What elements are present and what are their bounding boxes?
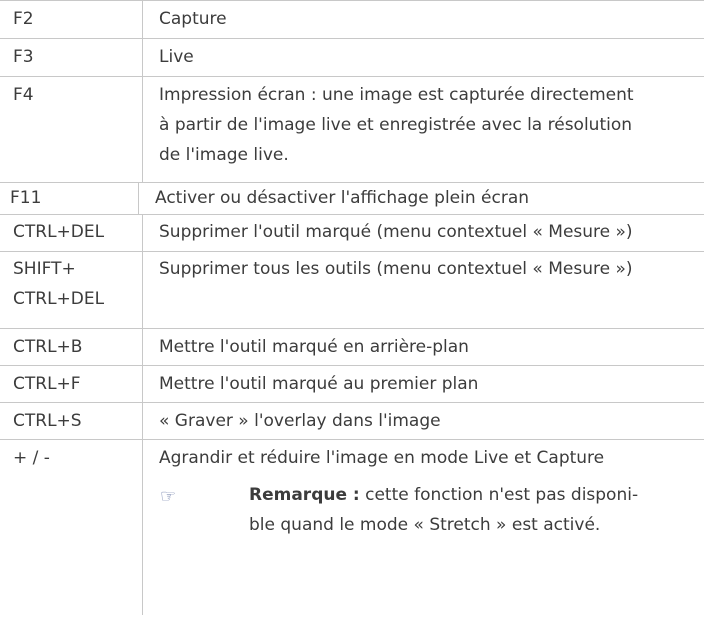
key-cell: CTRL+DEL bbox=[13, 222, 105, 242]
shortcut-table: F2 Capture F3 Live F4 Impression écran :… bbox=[0, 0, 704, 615]
description-cell: Impression écran : une image est capturé… bbox=[159, 80, 699, 170]
note-line: ble quand le mode « Stretch » est activé… bbox=[249, 515, 601, 535]
key-cell: F3 bbox=[13, 47, 34, 67]
description-line: à partir de l'image live et enregistrée … bbox=[159, 115, 633, 135]
key-cell: CTRL+B bbox=[13, 337, 83, 357]
description-cell: Supprimer tous les outils (menu contextu… bbox=[159, 259, 633, 279]
key-cell: F4 bbox=[13, 85, 34, 105]
key-cell: F2 bbox=[13, 9, 34, 29]
key-cell: + / - bbox=[13, 448, 50, 468]
description-cell: Activer ou désactiver l'affichage plein … bbox=[155, 188, 530, 208]
key-cell: CTRL+S bbox=[13, 411, 82, 431]
table-row: F11 Activer ou désactiver l'affichage pl… bbox=[0, 183, 704, 215]
table-row: F3 Live bbox=[0, 39, 704, 77]
table-row: F4 Impression écran : une image est capt… bbox=[0, 77, 704, 183]
description-cell: Live bbox=[159, 47, 194, 67]
description-line: Impression écran : une image est capturé… bbox=[159, 85, 634, 105]
description-cell: Capture bbox=[159, 9, 227, 29]
key-line: CTRL+DEL bbox=[13, 289, 105, 309]
note-label: Remarque : bbox=[249, 485, 360, 505]
description-cell: Mettre l'outil marqué au premier plan bbox=[159, 374, 479, 394]
key-cell: F11 bbox=[10, 188, 42, 208]
description-cell: Agrandir et réduire l'image en mode Live… bbox=[159, 448, 605, 468]
key-cell: SHIFT+ CTRL+DEL bbox=[13, 254, 104, 314]
description-cell: « Graver » l'overlay dans l'image bbox=[159, 411, 441, 431]
pointing-hand-icon: ☞ bbox=[160, 486, 177, 507]
table-row: SHIFT+ CTRL+DEL Supprimer tous les outil… bbox=[0, 252, 704, 329]
note-block: Remarque : cette fonction n'est pas disp… bbox=[249, 480, 699, 540]
note-text: cette fonction n'est pas disponi- bbox=[359, 485, 639, 505]
table-row: CTRL+DEL Supprimer l'outil marqué (menu … bbox=[0, 215, 704, 252]
table-row: + / - Agrandir et réduire l'image en mod… bbox=[0, 440, 704, 615]
table-row: F2 Capture bbox=[0, 0, 704, 39]
table-row: CTRL+F Mettre l'outil marqué au premier … bbox=[0, 366, 704, 403]
table-row: CTRL+B Mettre l'outil marqué en arrière-… bbox=[0, 329, 704, 366]
note-line: Remarque : cette fonction n'est pas disp… bbox=[249, 480, 699, 510]
description-cell: Supprimer l'outil marqué (menu contextue… bbox=[159, 222, 633, 242]
table-row: CTRL+S « Graver » l'overlay dans l'image bbox=[0, 403, 704, 440]
key-cell: CTRL+F bbox=[13, 374, 81, 394]
description-line: de l'image live. bbox=[159, 145, 289, 165]
description-cell: Mettre l'outil marqué en arrière-plan bbox=[159, 337, 469, 357]
key-line: SHIFT+ bbox=[13, 259, 76, 279]
